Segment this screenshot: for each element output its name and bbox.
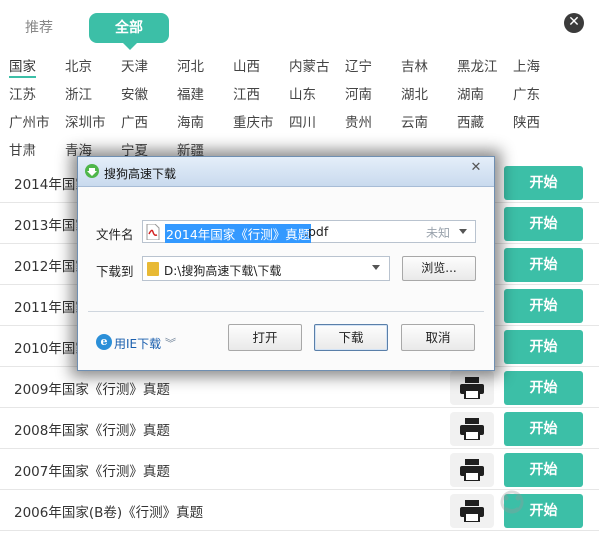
start-button[interactable]: 开始 <box>504 330 583 364</box>
dialog-title: 搜狗高速下载 <box>104 167 177 181</box>
region-item[interactable]: 福建 <box>177 83 204 103</box>
filename-selected-text: 2014年国家《行测》真题 <box>165 224 312 243</box>
chevron-down-icon[interactable] <box>459 229 467 234</box>
region-item[interactable]: 甘肃 <box>9 139 36 159</box>
save-path-text: D:\搜狗高速下载\下载 <box>164 264 282 278</box>
start-button[interactable]: 开始 <box>504 248 583 282</box>
region-item[interactable]: 吉林 <box>401 55 428 75</box>
region-item[interactable]: 广西 <box>121 111 148 131</box>
exam-title: 2006年国家(B卷)《行测》真题 <box>14 505 204 521</box>
start-button[interactable]: 开始 <box>504 207 583 241</box>
baidu-jingyan-watermark <box>500 490 524 514</box>
close-icon[interactable]: ✕ <box>564 13 584 33</box>
dialog-close-icon[interactable]: ✕ <box>466 160 486 176</box>
region-item[interactable]: 上海 <box>513 55 540 75</box>
chevron-down-icon[interactable] <box>372 265 380 270</box>
printer-icon <box>460 418 484 440</box>
dialog-titlebar[interactable]: 搜狗高速下载 ✕ <box>78 157 494 187</box>
region-item[interactable]: 北京 <box>65 55 92 75</box>
exam-row: 2009年国家《行测》真题 开始 <box>0 367 599 408</box>
region-item[interactable]: 深圳市 <box>65 111 106 131</box>
tab-all[interactable]: 全部 <box>89 13 169 50</box>
region-item[interactable]: 内蒙古 <box>289 55 330 75</box>
exam-title: 2008年国家《行测》真题 <box>14 423 170 439</box>
exam-title: 2007年国家《行测》真题 <box>14 464 170 480</box>
region-item[interactable]: 浙江 <box>65 83 92 103</box>
start-button[interactable]: 开始 <box>504 371 583 405</box>
start-button[interactable]: 开始 <box>504 412 583 446</box>
region-item[interactable]: 湖北 <box>401 83 428 103</box>
start-button[interactable]: 开始 <box>504 166 583 200</box>
filename-field[interactable]: 2014年国家《行测》真题 .pdf 未知 <box>142 220 476 243</box>
region-item[interactable]: 辽宁 <box>345 55 372 75</box>
double-chevron-down-icon[interactable]: ︾ <box>165 335 176 351</box>
download-dialog: 搜狗高速下载 ✕ 文件名 2014年国家《行测》真题 .pdf 未知 下载到 D… <box>77 156 495 371</box>
internet-explorer-icon: e <box>96 334 112 350</box>
folder-icon <box>147 262 159 276</box>
region-item[interactable]: 河南 <box>345 83 372 103</box>
region-item[interactable]: 广州市 <box>9 111 50 131</box>
file-size: 未知 <box>426 226 451 240</box>
region-item[interactable]: 江西 <box>233 83 260 103</box>
region-item[interactable]: 湖南 <box>457 83 484 103</box>
exam-row: 2008年国家《行测》真题 开始 <box>0 408 599 449</box>
exam-title: 2009年国家《行测》真题 <box>14 382 170 398</box>
filename-extension: .pdf <box>304 224 329 239</box>
region-item[interactable]: 贵州 <box>345 111 372 131</box>
region-item[interactable]: 重庆市 <box>233 111 274 131</box>
printer-icon <box>460 377 484 399</box>
region-item[interactable]: 山西 <box>233 55 260 75</box>
region-item[interactable]: 云南 <box>401 111 428 131</box>
region-item[interactable]: 河北 <box>177 55 204 75</box>
save-path-select[interactable]: D:\搜狗高速下载\下载 <box>142 256 390 281</box>
region-item[interactable]: 安徽 <box>121 83 148 103</box>
print-button[interactable] <box>450 371 494 405</box>
save-to-label: 下载到 <box>96 264 134 279</box>
region-item[interactable]: 西藏 <box>457 111 484 131</box>
region-item[interactable]: 陕西 <box>513 111 540 131</box>
region-item[interactable]: 国家 <box>9 55 36 78</box>
region-item[interactable]: 四川 <box>289 111 316 131</box>
tab-recommended[interactable]: 推荐 <box>14 13 64 43</box>
start-button[interactable]: 开始 <box>504 289 583 323</box>
region-item[interactable]: 江苏 <box>9 83 36 103</box>
region-item[interactable]: 天津 <box>121 55 148 75</box>
filename-label: 文件名 <box>96 227 134 242</box>
cancel-button[interactable]: 取消 <box>401 324 475 351</box>
region-item[interactable]: 黑龙江 <box>457 55 498 75</box>
dialog-divider <box>88 311 484 312</box>
browse-button[interactable]: 浏览... <box>402 256 476 281</box>
download-button[interactable]: 下载 <box>314 324 388 351</box>
download-arrow-icon <box>85 164 99 178</box>
ie-download-link[interactable]: 用IE下载 <box>114 335 161 352</box>
region-item[interactable]: 山东 <box>289 83 316 103</box>
open-button[interactable]: 打开 <box>228 324 302 351</box>
pdf-file-icon <box>146 224 160 240</box>
region-item[interactable]: 海南 <box>177 111 204 131</box>
print-button[interactable] <box>450 412 494 446</box>
region-item[interactable]: 广东 <box>513 83 540 103</box>
